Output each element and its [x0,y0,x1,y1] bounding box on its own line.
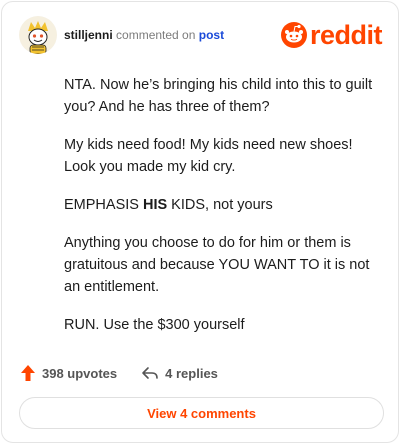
reply-stat[interactable]: 4 replies [141,365,218,381]
action-text: commented on [116,28,196,42]
upvote-count: 398 upvotes [42,365,118,381]
comment-paragraph-5: RUN. Use the $300 yourself [64,317,245,333]
reply-arrow-icon [142,367,158,379]
upvote-arrow-icon [21,365,35,381]
comment-footer: 398 upvotes 4 replies [20,362,218,384]
snoo-avatar-icon [19,16,57,54]
comment-paragraph-2: My kids need food! My kids need new shoe… [64,137,353,175]
emphasis-pre: EMPHASIS [64,197,143,213]
comment-header: stilljenni commented on post [64,28,224,42]
comment-card: stilljenni commented on post reddit NTA.… [1,1,399,443]
upvote-stat[interactable]: 398 upvotes [20,364,117,382]
emphasis-post: KIDS, not yours [167,197,273,213]
view-comments-button[interactable]: View 4 comments [19,397,384,429]
username[interactable]: stilljenni [64,28,113,42]
reply-count: 4 replies [165,365,218,381]
user-avatar[interactable] [19,16,57,54]
comment-paragraph-1: NTA. Now he’s bringing his child into th… [64,77,373,115]
reddit-logo[interactable]: reddit [280,20,383,50]
comment-body: NTA. Now he’s bringing his child into th… [64,74,382,336]
emphasis-bold: HIS [142,197,168,213]
reddit-snoo-icon [280,22,307,48]
post-link[interactable]: post [199,28,224,42]
comment-paragraph-3: EMPHASIS HIS KIDS, not yours [64,194,382,216]
comment-paragraph-4: Anything you choose to do for him or the… [64,235,370,295]
reddit-wordmark: reddit [309,20,383,50]
